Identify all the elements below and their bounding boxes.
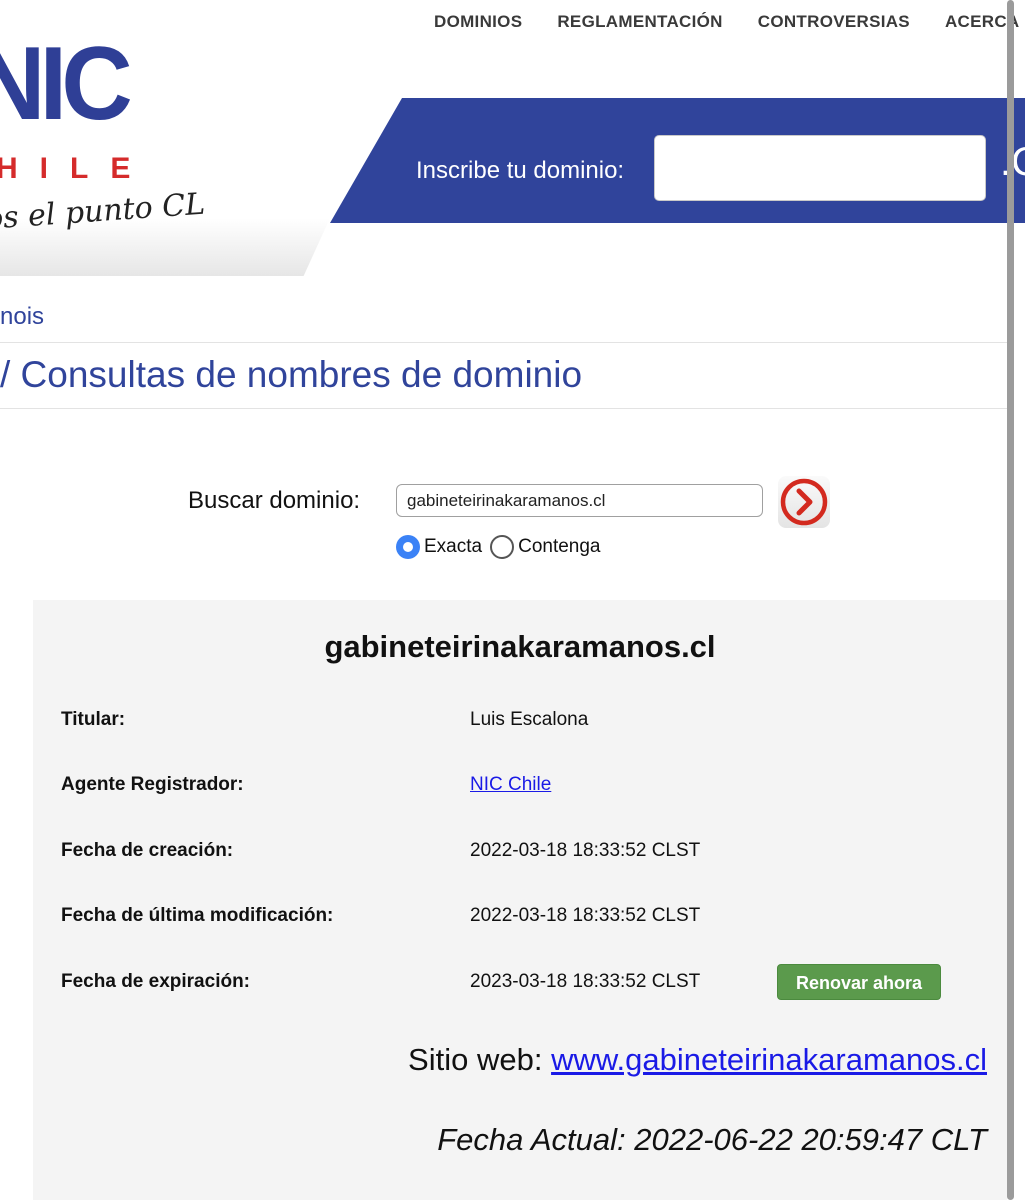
field-label-expiracion: Fecha de expiración: (61, 971, 251, 992)
radio-exacta-label[interactable]: Exacta (424, 536, 482, 558)
field-label-modificacion: Fecha de última modificación: (61, 905, 334, 926)
current-date: Fecha Actual: 2022-06-22 20:59:47 CLT (437, 1122, 987, 1157)
divider (0, 408, 1007, 409)
radio-contenga-label[interactable]: Contenga (518, 536, 600, 558)
logo-nic-text: NIC (0, 26, 133, 142)
nav-item-dominios[interactable]: DOMINIOS (434, 12, 522, 32)
nav-item-controversias[interactable]: CONTROVERSIAS (758, 12, 910, 32)
renew-button[interactable]: Renovar ahora (777, 964, 941, 1000)
search-mode-group: Exacta Contenga (396, 535, 609, 559)
site-line: Sitio web: www.gabineteirinakaramanos.cl (408, 1042, 987, 1078)
field-value-expiracion: 2023-03-18 18:33:52 CLST (470, 971, 701, 992)
field-value-agente: NIC Chile (470, 774, 551, 796)
breadcrumb[interactable]: nois (0, 303, 44, 331)
search-label: Buscar dominio: (188, 487, 361, 514)
site-link[interactable]: www.gabineteirinakaramanos.cl (551, 1042, 987, 1077)
page: DOMINIOS REGLAMENTACIÓN CONTROVERSIAS AC… (0, 0, 1025, 1200)
logo-tagline: os el punto CL (0, 186, 207, 237)
logo-chile-text: HILE (0, 152, 153, 185)
divider (0, 342, 1007, 343)
field-label-creacion: Fecha de creación: (61, 840, 234, 861)
agente-registrador-link[interactable]: NIC Chile (470, 774, 551, 795)
result-domain-title: gabineteirinakaramanos.cl (324, 629, 716, 664)
site-prefix: Sitio web: (408, 1042, 543, 1077)
field-value-modificacion: 2022-03-18 18:33:52 CLST (470, 905, 701, 926)
result-panel: gabineteirinakaramanos.cl (33, 600, 1007, 1200)
page-title: / Consultas de nombres de dominio (0, 354, 583, 395)
field-value-creacion: 2022-03-18 18:33:52 CLST (470, 840, 701, 861)
radio-exacta[interactable] (396, 535, 420, 559)
inscribe-domain-input[interactable] (654, 135, 986, 201)
radio-contenga[interactable] (490, 535, 515, 559)
nav-item-reglamentacion[interactable]: REGLAMENTACIÓN (557, 12, 722, 32)
scrollbar[interactable] (1007, 0, 1014, 1200)
field-value-titular: Luis Escalona (470, 709, 589, 730)
chevron-right-circle-icon (780, 478, 828, 526)
inscribe-label: Inscribe tu dominio: (416, 157, 625, 184)
search-go-button[interactable] (778, 476, 830, 528)
search-domain-input[interactable] (396, 484, 763, 517)
nic-chile-logo[interactable]: NIC HILE os el punto CL (0, 26, 330, 237)
field-label-titular: Titular: (61, 709, 126, 730)
top-nav: DOMINIOS REGLAMENTACIÓN CONTROVERSIAS AC… (434, 12, 1025, 32)
field-label-agente: Agente Registrador: (61, 774, 244, 795)
